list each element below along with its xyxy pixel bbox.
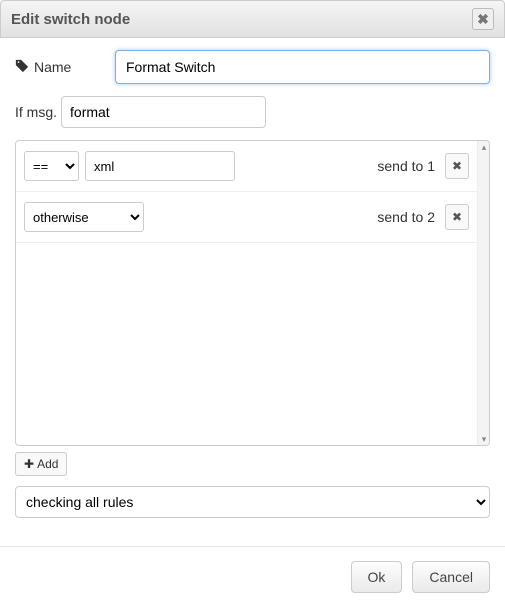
delete-rule-button[interactable]: ✖	[445, 153, 469, 179]
dialog-title: Edit switch node	[11, 11, 130, 28]
cancel-button[interactable]: Cancel	[412, 561, 490, 593]
value-input[interactable]	[85, 151, 235, 181]
rule-row: == send to 1 ✖	[16, 141, 477, 192]
name-label-col: Name	[15, 59, 115, 76]
scroll-up-icon[interactable]: ▴	[478, 141, 490, 153]
operator-select[interactable]: ==	[24, 151, 79, 181]
edit-switch-dialog: Edit switch node ✖ Name If msg. ==	[0, 0, 505, 607]
ifmsg-label: If msg.	[15, 104, 57, 120]
close-icon: ✖	[477, 10, 489, 28]
delete-icon: ✖	[452, 210, 462, 224]
dialog-footer: Ok Cancel	[0, 547, 505, 607]
delete-rule-button[interactable]: ✖	[445, 204, 469, 230]
tag-icon	[15, 59, 29, 76]
dialog-titlebar: Edit switch node ✖	[0, 0, 505, 38]
close-button[interactable]: ✖	[472, 8, 494, 30]
delete-icon: ✖	[452, 159, 462, 173]
add-rule-button[interactable]: ✚ Add	[15, 452, 67, 476]
rules-list: == send to 1 ✖ otherwise	[16, 141, 477, 445]
ifmsg-row: If msg.	[15, 96, 490, 128]
scroll-down-icon[interactable]: ▾	[478, 433, 490, 445]
rules-container: == send to 1 ✖ otherwise	[15, 140, 490, 446]
ok-button[interactable]: Ok	[351, 561, 403, 593]
name-label: Name	[34, 59, 71, 75]
rules-scrollbar[interactable]: ▴ ▾	[477, 141, 489, 445]
send-to-label: send to 1	[377, 158, 435, 174]
operator-select[interactable]: otherwise	[24, 202, 144, 232]
name-row: Name	[15, 50, 490, 84]
name-input[interactable]	[115, 50, 490, 84]
rule-row: otherwise send to 2 ✖	[16, 192, 477, 243]
checking-mode-select[interactable]: checking all rules	[15, 486, 490, 518]
plus-icon: ✚	[24, 457, 34, 471]
send-to-label: send to 2	[377, 209, 435, 225]
add-button-label: Add	[37, 457, 58, 471]
dialog-body: Name If msg. == send to 1	[0, 38, 505, 518]
property-input[interactable]	[61, 96, 266, 128]
